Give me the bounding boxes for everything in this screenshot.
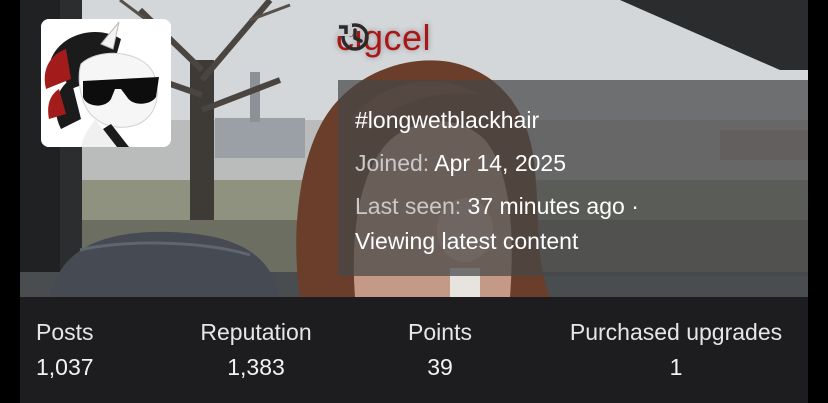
stat-value: 39 [427,354,453,380]
custom-title: #longwetblackhair [355,107,540,133]
page-frame: cigcel #longwetblackhair Joined: Apr 14,… [0,0,828,403]
stat-value: 1 [669,354,683,380]
history-icon[interactable] [338,20,475,56]
last-seen-value: 37 minutes ago · [467,193,639,219]
pony-avatar[interactable] [41,19,171,147]
stat-label: Purchased upgrades [569,319,783,345]
stat-label: Points [408,319,472,345]
stat-label: Posts [36,319,94,345]
joined-row: Joined: Apr 14, 2025 [355,150,566,177]
last-seen-label: Last seen: [355,193,462,219]
joined-value: Apr 14, 2025 [434,150,567,176]
profile-card: cigcel #longwetblackhair Joined: Apr 14,… [20,0,808,403]
current-activity[interactable]: Viewing latest content [355,228,578,255]
stat-value: 1,037 [36,354,94,380]
username-row: cigcel [336,17,475,58]
stat-posts[interactable]: Posts 1,037 [36,319,146,381]
stat-points[interactable]: Points 39 [380,319,500,381]
stat-purchased-upgrades[interactable]: Purchased upgrades 1 [556,319,796,381]
profile-stats: Posts 1,037 Reputation 1,383 Points 39 P… [20,297,808,403]
stat-reputation[interactable]: Reputation 1,383 [186,319,326,381]
profile-banner: cigcel #longwetblackhair Joined: Apr 14,… [20,0,808,297]
profile-info-panel: #longwetblackhair Joined: Apr 14, 2025 L… [338,80,808,276]
pony-avatar-icon [41,19,171,147]
last-seen-row: Last seen: 37 minutes ago · [355,193,639,220]
stat-value: 1,383 [227,354,285,380]
joined-label: Joined: [355,150,430,176]
stat-label: Reputation [200,319,312,345]
